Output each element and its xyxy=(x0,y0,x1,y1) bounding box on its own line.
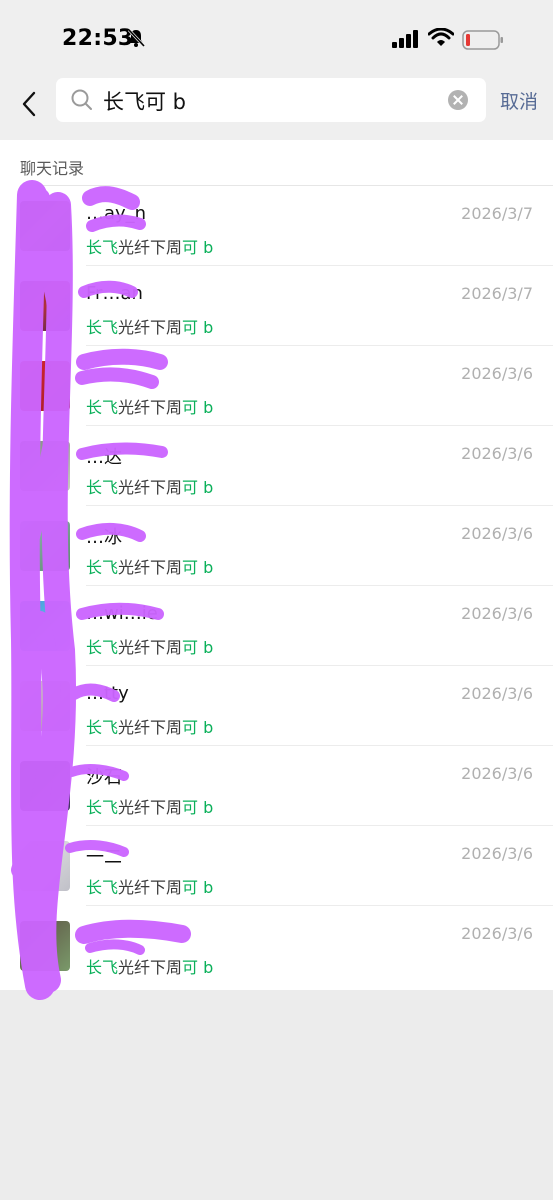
message-date: 2026/3/6 xyxy=(461,444,533,463)
message-snippet: 长飞光纤下周可 b xyxy=(86,318,214,337)
chat-result-row[interactable]: 一二 2026/3/6 长飞光纤下周可 b xyxy=(0,826,553,906)
search-input[interactable]: 长飞可 b xyxy=(56,78,486,122)
contact-name: 沙石 xyxy=(86,767,122,788)
message-snippet: 长飞光纤下周可 b xyxy=(86,958,214,977)
cancel-button[interactable]: 取消 xyxy=(500,87,538,114)
avatar xyxy=(20,681,70,731)
message-date: 2026/3/6 xyxy=(461,844,533,863)
avatar xyxy=(20,281,70,331)
search-query-text: 长飞可 b xyxy=(103,90,187,114)
chat-result-row[interactable]: …ay_n 2026/3/7 长飞光纤下周可 b xyxy=(0,186,553,266)
chat-result-row[interactable]: …达 2026/3/6 长飞光纤下周可 b xyxy=(0,426,553,506)
message-snippet: 长飞光纤下周可 b xyxy=(86,398,214,417)
chat-result-row[interactable]: …冰 2026/3/6 长飞光纤下周可 b xyxy=(0,506,553,586)
wifi-icon xyxy=(427,27,455,52)
contact-name: …ay_n xyxy=(86,203,147,224)
status-bar: 22:53 xyxy=(0,0,553,78)
chat-result-row[interactable]: 沙石 2026/3/6 长飞光纤下周可 b xyxy=(0,746,553,826)
message-date: 2026/3/6 xyxy=(461,604,533,623)
avatar xyxy=(20,521,70,571)
avatar xyxy=(20,441,70,491)
back-chevron-icon[interactable] xyxy=(18,86,42,122)
contact-name: …达 xyxy=(86,447,122,468)
chat-result-row[interactable]: 2026/3/6 长飞光纤下周可 b xyxy=(0,346,553,426)
chat-result-row[interactable]: Fr…an 2026/3/7 长飞光纤下周可 b xyxy=(0,266,553,346)
message-date: 2026/3/6 xyxy=(461,924,533,943)
avatar xyxy=(20,361,70,411)
muted-bell-icon xyxy=(126,28,146,52)
contact-name: …冰 xyxy=(86,527,122,548)
results-panel: 聊天记录 …ay_n 2026/3/7 长飞光纤下周可 b Fr…an 2026… xyxy=(0,140,553,990)
message-snippet: 长飞光纤下周可 b xyxy=(86,878,214,897)
status-time: 22:53 xyxy=(62,26,134,51)
search-header: 长飞可 b 取消 xyxy=(0,78,553,140)
message-date: 2026/3/6 xyxy=(461,684,533,703)
clear-search-icon[interactable] xyxy=(448,90,468,110)
search-icon xyxy=(70,88,94,116)
section-title: 聊天记录 xyxy=(20,159,85,178)
message-date: 2026/3/6 xyxy=(461,524,533,543)
message-date: 2026/3/6 xyxy=(461,364,533,383)
contact-name: …wi…ie xyxy=(86,603,158,624)
contact-name: Fr…an xyxy=(86,283,143,304)
message-date: 2026/3/7 xyxy=(461,204,533,223)
message-snippet: 长飞光纤下周可 b xyxy=(86,798,214,817)
chat-result-row[interactable]: …tty 2026/3/6 长飞光纤下周可 b xyxy=(0,666,553,746)
message-date: 2026/3/7 xyxy=(461,284,533,303)
avatar xyxy=(20,201,70,251)
chat-result-row[interactable]: 2026/3/6 长飞光纤下周可 b xyxy=(0,906,553,986)
avatar xyxy=(20,841,70,891)
avatar xyxy=(20,601,70,651)
chat-result-row[interactable]: …wi…ie 2026/3/6 长飞光纤下周可 b xyxy=(0,586,553,666)
avatar xyxy=(20,761,70,811)
message-snippet: 长飞光纤下周可 b xyxy=(86,638,214,657)
message-snippet: 长飞光纤下周可 b xyxy=(86,558,214,577)
cellular-signal-icon xyxy=(392,30,420,52)
battery-icon xyxy=(462,30,504,54)
message-snippet: 长飞光纤下周可 b xyxy=(86,718,214,737)
message-snippet: 长飞光纤下周可 b xyxy=(86,478,214,497)
contact-name: 一二 xyxy=(86,847,122,868)
avatar xyxy=(20,921,70,971)
message-date: 2026/3/6 xyxy=(461,764,533,783)
message-snippet: 长飞光纤下周可 b xyxy=(86,238,214,257)
contact-name: …tty xyxy=(86,683,129,704)
